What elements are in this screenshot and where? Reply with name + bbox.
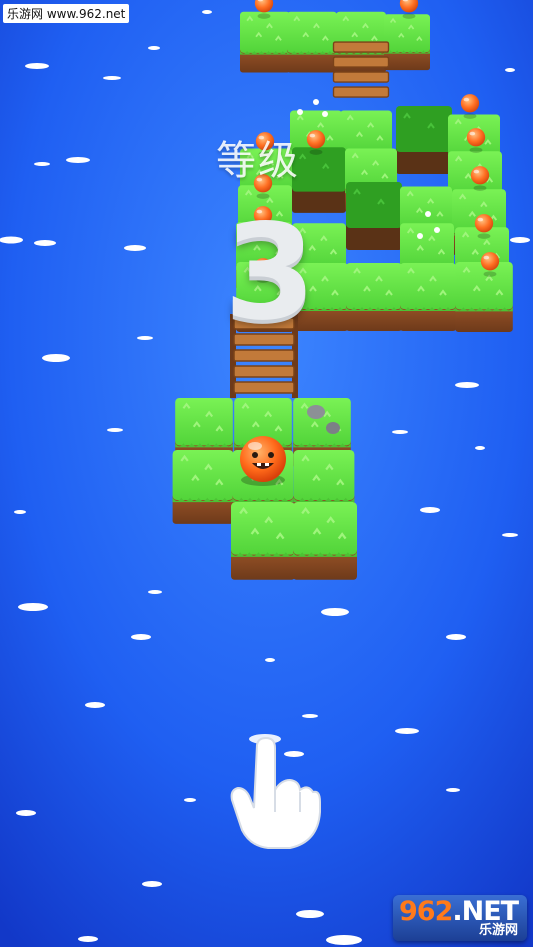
rock	[326, 422, 340, 434]
logo-digits: 962	[399, 896, 453, 927]
level-number: 3	[224, 196, 316, 350]
watermark-top: 乐游网 www.962.net	[3, 4, 130, 23]
rock	[307, 405, 325, 419]
logo-subtitle: 乐游网	[479, 923, 519, 938]
level-label: 等级	[216, 138, 300, 184]
site-logo: 962.NET 乐游网	[393, 895, 527, 941]
player-ball[interactable]	[240, 436, 286, 486]
